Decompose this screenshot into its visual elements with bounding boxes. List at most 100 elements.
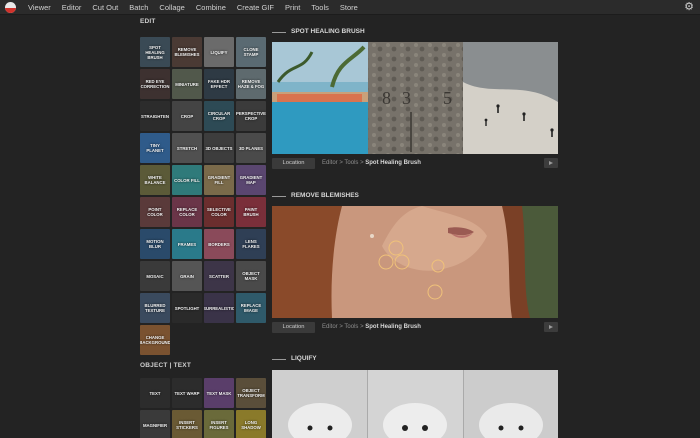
play-video-icon[interactable] bbox=[544, 158, 558, 168]
tool-tile-text-mask[interactable]: TEXT MASK bbox=[204, 378, 234, 408]
breadcrumb: Editor > Tools > Spot Healing Brush bbox=[322, 322, 421, 333]
breadcrumb-current[interactable]: Spot Healing Brush bbox=[365, 160, 421, 166]
tool-tile-label: MOTION BLUR bbox=[146, 239, 164, 249]
tool-tile-straighten[interactable]: STRAIGHTEN bbox=[140, 101, 170, 131]
tool-tile-label: RED EYE CORRECTION bbox=[140, 79, 170, 89]
tool-tile-clone-stamp[interactable]: CLONE STAMP bbox=[236, 37, 266, 67]
tool-tile-label: FRAMES bbox=[177, 241, 197, 247]
tool-tile-replace-color[interactable]: REPLACE COLOR bbox=[172, 197, 202, 227]
menu-item-editor[interactable]: Editor bbox=[62, 0, 82, 15]
tool-tile-spotlight[interactable]: SPOTLIGHT bbox=[172, 293, 202, 323]
tool-tile-label: INSERT STICKERS bbox=[176, 420, 198, 430]
liquify-preview[interactable] bbox=[272, 370, 558, 438]
tool-tile-3d-planes[interactable]: 3D PLANES bbox=[236, 133, 266, 163]
tool-tile-magnifier[interactable]: MAGNIFIER bbox=[140, 410, 170, 438]
tool-tile-motion-blur[interactable]: MOTION BLUR bbox=[140, 229, 170, 259]
tool-tile-object-mask[interactable]: OBJECT MASK bbox=[236, 261, 266, 291]
svg-text:3: 3 bbox=[402, 88, 411, 108]
app-logo-icon[interactable] bbox=[5, 2, 16, 13]
tool-tile-gradient-fill[interactable]: GRADIENT FILL bbox=[204, 165, 234, 195]
location-button[interactable]: Location bbox=[272, 158, 315, 169]
tool-tile-perspective-crop[interactable]: PERSPECTIVE CROP bbox=[236, 101, 266, 131]
tool-tile-paint-brush[interactable]: PAINT BRUSH bbox=[236, 197, 266, 227]
gear-icon[interactable]: ⚙ bbox=[684, 1, 694, 13]
tool-tile-point-color[interactable]: POINT COLOR bbox=[140, 197, 170, 227]
menu-item-cut-out[interactable]: Cut Out bbox=[92, 0, 118, 15]
tool-tile-label: FAKE HDR EFFECT bbox=[208, 79, 230, 89]
remove-blemishes-footer: Location Editor > Tools > Spot Healing B… bbox=[272, 321, 558, 334]
tool-tile-surrealistic[interactable]: SURREALISTIC bbox=[204, 293, 234, 323]
menu-item-combine[interactable]: Combine bbox=[196, 0, 226, 15]
menu-item-batch[interactable]: Batch bbox=[129, 0, 148, 15]
tool-tile-fake-hdr-effect[interactable]: FAKE HDR EFFECT bbox=[204, 69, 234, 99]
menu-item-collage[interactable]: Collage bbox=[159, 0, 184, 15]
tool-tile-scatter[interactable]: SCATTER bbox=[204, 261, 234, 291]
play-video-icon[interactable] bbox=[544, 322, 558, 332]
tool-tile-change-background[interactable]: CHANGE BACKGROUND bbox=[140, 325, 170, 355]
breadcrumb-path: Editor > Tools > bbox=[322, 160, 366, 166]
tool-tile-label: CLONE STAMP bbox=[243, 47, 259, 57]
tool-tile-color-fill[interactable]: COLOR FILL bbox=[172, 165, 202, 195]
liquify-preview-image bbox=[272, 370, 558, 438]
spot-healing-footer: Location Editor > Tools > Spot Healing B… bbox=[272, 157, 558, 170]
tool-tile-miniature[interactable]: MINIATURE bbox=[172, 69, 202, 99]
tool-tile-label: REMOVE HAZE & FOG bbox=[237, 79, 265, 89]
tool-tile-label: REMOVE BLEMISHES bbox=[174, 47, 200, 57]
tool-tile-label: TEXT WARP bbox=[174, 390, 200, 396]
breadcrumb: Editor > Tools > Spot Healing Brush bbox=[322, 158, 421, 169]
tool-tile-white-balance[interactable]: WHITE BALANCE bbox=[140, 165, 170, 195]
tool-tile-label: SCATTER bbox=[209, 273, 229, 279]
location-button[interactable]: Location bbox=[272, 322, 315, 333]
tool-tile-label: PAINT BRUSH bbox=[243, 207, 259, 217]
tool-tile-label: LONG SHADOW bbox=[241, 420, 261, 430]
tool-tile-lens-flares[interactable]: LENS FLARES bbox=[236, 229, 266, 259]
tool-tile-label: CHANGE BACKGROUND bbox=[140, 335, 170, 345]
tool-tile-replace-image[interactable]: REPLACE IMAGE bbox=[236, 293, 266, 323]
edit-tools-grid: SPOT HEALING BRUSH REMOVE BLEMISHES LIQUIF… bbox=[140, 37, 266, 355]
svg-text:5: 5 bbox=[443, 88, 452, 108]
spot-healing-preview[interactable]: 8 3 5 bbox=[272, 42, 558, 154]
menu-item-viewer[interactable]: Viewer bbox=[28, 0, 51, 15]
tool-tile-insert-figures[interactable]: INSERT FIGURES bbox=[204, 410, 234, 438]
menu-item-store[interactable]: Store bbox=[340, 0, 358, 15]
tool-tile-3d-objects[interactable]: 3D OBJECTS bbox=[204, 133, 234, 163]
tool-tile-label: SPOTLIGHT bbox=[174, 305, 200, 311]
tool-tile-mosaic[interactable]: MOSAIC bbox=[140, 261, 170, 291]
tool-tile-liquify[interactable]: LIQUIFY bbox=[204, 37, 234, 67]
tool-tile-spot-healing-brush[interactable]: SPOT HEALING BRUSH bbox=[140, 37, 170, 67]
tool-tile-object-transform[interactable]: OBJECT TRANSFORM bbox=[236, 378, 266, 408]
breadcrumb-current[interactable]: Spot Healing Brush bbox=[365, 324, 421, 330]
tool-tile-frames[interactable]: FRAMES bbox=[172, 229, 202, 259]
tool-tile-borders[interactable]: BORDERS bbox=[204, 229, 234, 259]
tool-tile-text-warp[interactable]: TEXT WARP bbox=[172, 378, 202, 408]
tool-tile-label: STRAIGHTEN bbox=[141, 113, 169, 119]
tool-tile-circular-crop[interactable]: CIRCULAR CROP bbox=[204, 101, 234, 131]
object-tools-grid: TEXT TEXT WARP TEXT MASK OBJECT TRANSFORM MA… bbox=[140, 378, 266, 438]
tool-tile-remove-haze-fog[interactable]: REMOVE HAZE & FOG bbox=[236, 69, 266, 99]
tool-tile-blurred-texture[interactable]: BLURRED TEXTURE bbox=[140, 293, 170, 323]
tool-tile-remove-blemishes[interactable]: REMOVE BLEMISHES bbox=[172, 37, 202, 67]
tool-tile-label: TINY PLANET bbox=[146, 143, 164, 153]
menu-item-print[interactable]: Print bbox=[285, 0, 300, 15]
tool-tile-label: BLURRED TEXTURE bbox=[144, 303, 166, 313]
remove-blemishes-preview[interactable] bbox=[272, 206, 558, 318]
tool-tile-label: GRADIENT MAP bbox=[239, 175, 263, 185]
section-title: SPOT HEALING BRUSH bbox=[291, 28, 365, 35]
tool-tile-stretch[interactable]: STRETCH bbox=[172, 133, 202, 163]
tool-tile-crop[interactable]: CROP bbox=[172, 101, 202, 131]
tool-tile-long-shadow[interactable]: LONG SHADOW bbox=[236, 410, 266, 438]
tool-tile-red-eye-correction[interactable]: RED EYE CORRECTION bbox=[140, 69, 170, 99]
menu-item-create-gif[interactable]: Create GIF bbox=[237, 0, 274, 15]
menu-item-tools[interactable]: Tools bbox=[311, 0, 329, 15]
tool-tile-grain[interactable]: GRAIN bbox=[172, 261, 202, 291]
tool-tile-gradient-map[interactable]: GRADIENT MAP bbox=[236, 165, 266, 195]
menu-bar: Viewer Editor Cut Out Batch Collage Combine Cr… bbox=[0, 0, 700, 15]
tool-tile-label: BORDERS bbox=[208, 241, 230, 247]
tool-tile-text[interactable]: TEXT bbox=[140, 378, 170, 408]
tool-tile-label: MAGNIFIER bbox=[142, 422, 168, 428]
tool-tile-tiny-planet[interactable]: TINY PLANET bbox=[140, 133, 170, 163]
tool-tile-insert-stickers[interactable]: INSERT STICKERS bbox=[172, 410, 202, 438]
edit-section-title: EDIT bbox=[140, 18, 156, 25]
tool-tile-label: GRAIN bbox=[180, 273, 194, 279]
tool-tile-selective-color[interactable]: SELECTIVE COLOR bbox=[204, 197, 234, 227]
